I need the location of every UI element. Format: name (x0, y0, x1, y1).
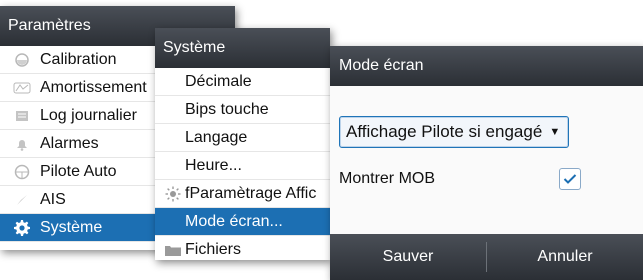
steering-wheel-icon (10, 160, 34, 184)
system-item-label: Heure... (185, 156, 242, 174)
settings-item-label: Amortissement (40, 78, 147, 96)
dropdown-value: Affichage Pilote si engagé (346, 122, 543, 141)
system-title: Système (155, 28, 330, 68)
check-icon (563, 174, 577, 184)
calibration-icon (10, 48, 34, 72)
cancel-button[interactable]: Annuler (487, 234, 643, 280)
folder-icon (163, 238, 183, 261)
system-item-label: Fichiers (185, 240, 242, 258)
system-item-screen-mode[interactable]: Mode écran... (155, 208, 330, 236)
system-item-display-settings[interactable]: fParamètrage Affic (155, 180, 330, 208)
system-item-decimal[interactable]: Décimale (155, 68, 330, 96)
system-item-label: Langage (185, 128, 248, 146)
dialog-footer: Sauver Annuler (330, 234, 643, 280)
screen-mode-dialog: Mode écran Affichage Pilote si engagé ▼ … (330, 46, 643, 280)
system-item-label: Mode écran... (185, 212, 283, 230)
settings-item-label: AIS (40, 190, 66, 208)
system-list: Décimale Bips touche Langage Heure... fP… (155, 68, 330, 260)
settings-item-label: Système (40, 218, 103, 236)
settings-item-label: Calibration (40, 50, 117, 68)
system-panel: Système Décimale Bips touche Langage Heu… (155, 28, 330, 260)
brightness-icon (163, 182, 183, 206)
dialog-title: Mode écran (330, 46, 643, 86)
system-item-label: Bips touche (185, 100, 269, 118)
damping-icon (10, 76, 34, 100)
settings-item-label: Pilote Auto (40, 162, 117, 180)
settings-item-label: Log journalier (40, 106, 137, 124)
system-item-language[interactable]: Langage (155, 124, 330, 152)
chevron-down-icon: ▼ (549, 126, 561, 138)
system-item-files[interactable]: Fichiers (155, 236, 330, 260)
system-item-time[interactable]: Heure... (155, 152, 330, 180)
ais-icon (10, 188, 34, 212)
mob-label: Montrer MOB (339, 170, 436, 187)
save-button[interactable]: Sauver (330, 234, 486, 280)
screen-mode-dropdown[interactable]: Affichage Pilote si engagé ▼ (339, 116, 570, 148)
system-item-key-beeps[interactable]: Bips touche (155, 96, 330, 124)
log-icon (10, 104, 34, 128)
gear-icon (10, 216, 34, 240)
system-item-label: Décimale (185, 72, 252, 90)
settings-item-label: Alarmes (40, 134, 99, 152)
mob-checkbox[interactable] (559, 168, 581, 190)
system-item-label: fParamètrage Affic (185, 184, 317, 202)
bell-icon (10, 132, 34, 156)
